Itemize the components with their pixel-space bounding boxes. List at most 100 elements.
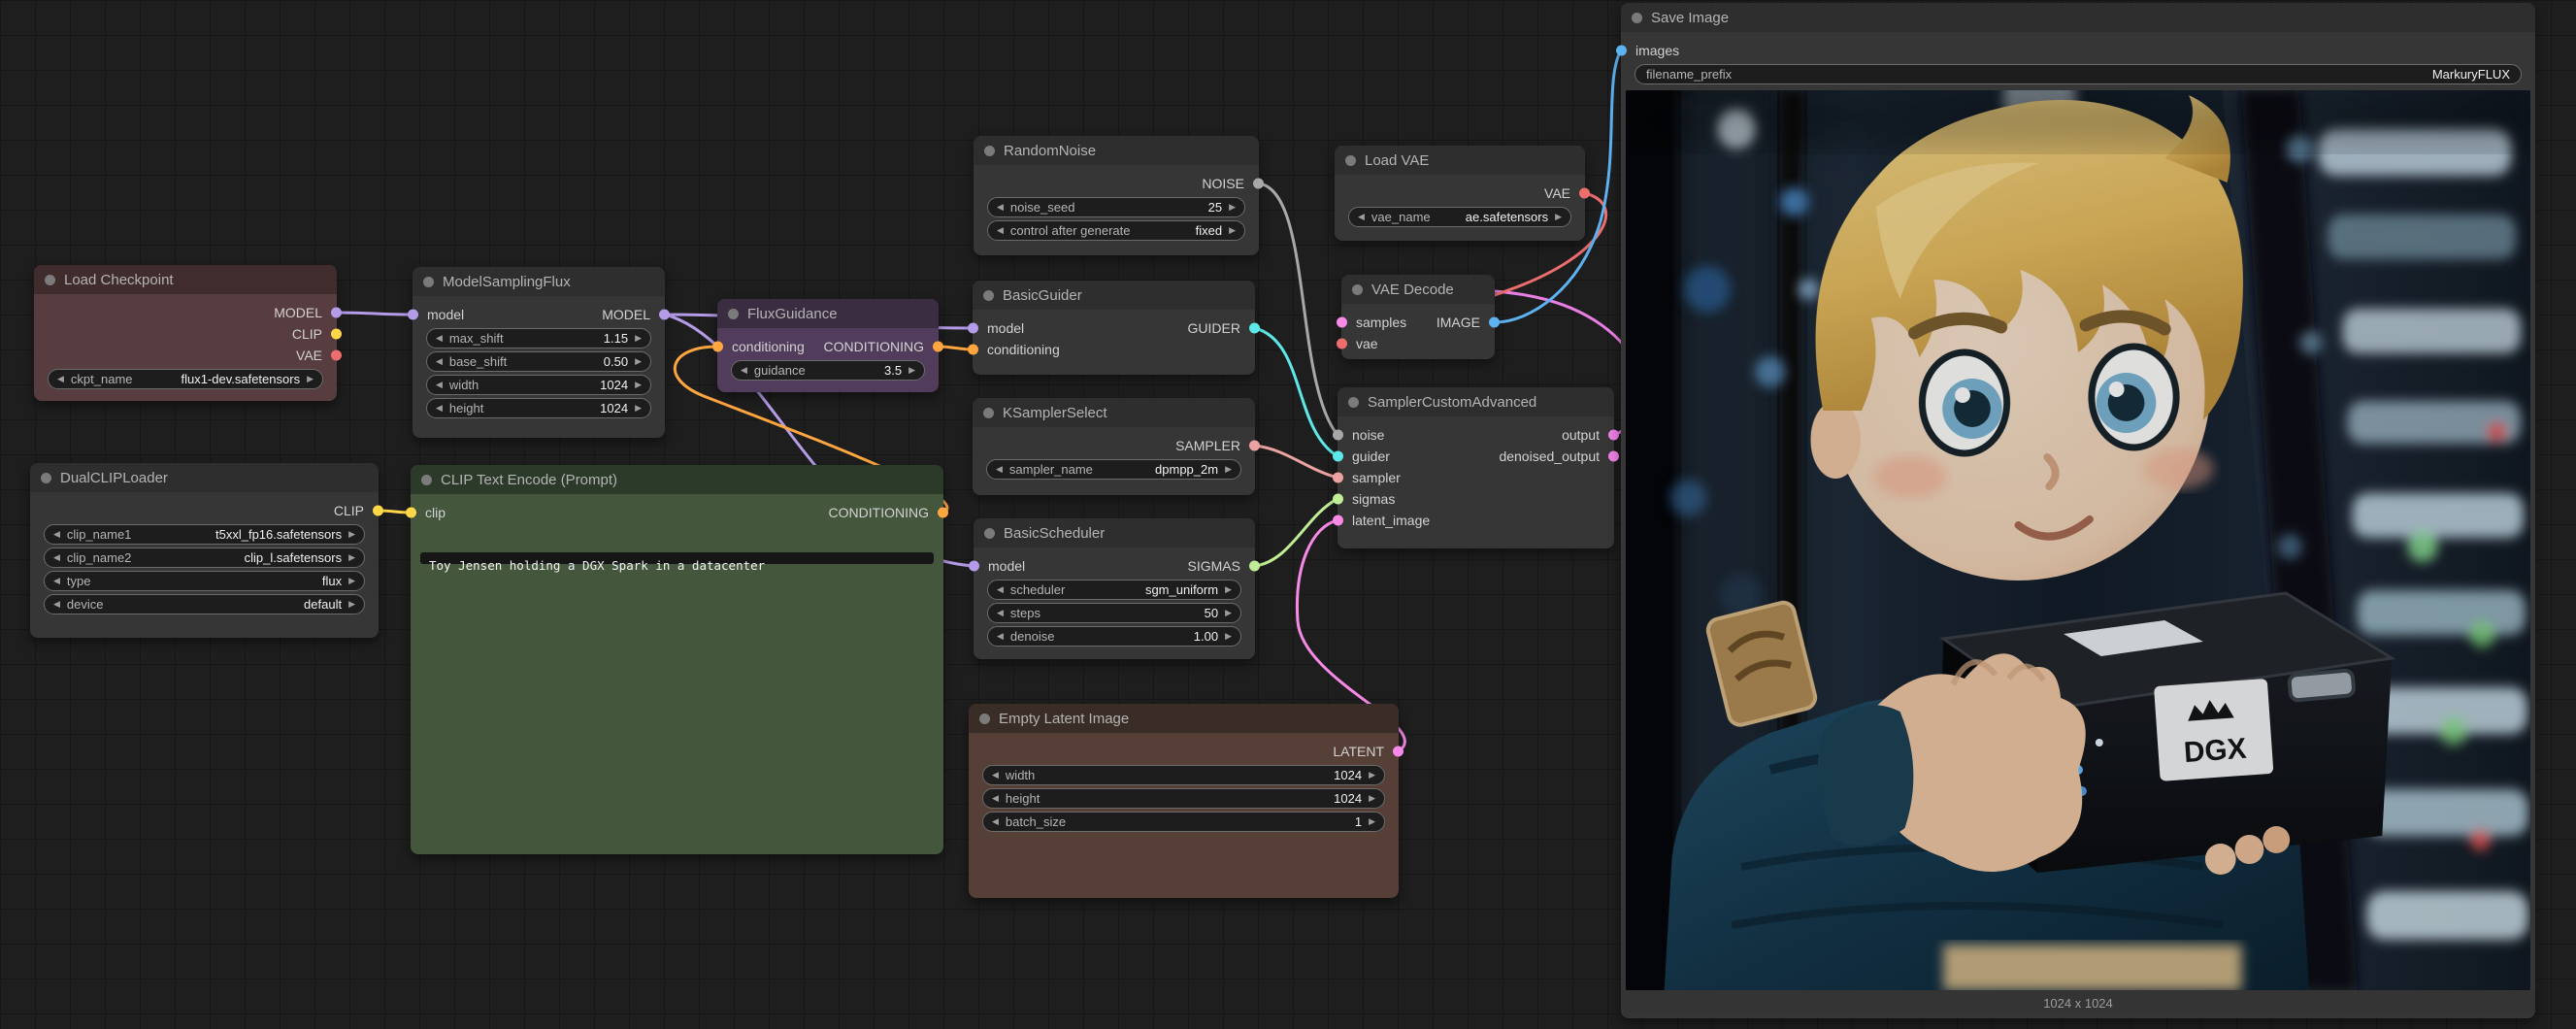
model-input-port[interactable] <box>408 310 418 320</box>
collapse-dot-icon[interactable] <box>983 290 994 301</box>
samples-input-port[interactable] <box>1337 317 1347 328</box>
clip-name2-widget[interactable]: ◀ clip_name2 clip_l.safetensors ▶ <box>44 548 365 568</box>
collapse-dot-icon[interactable] <box>41 473 51 483</box>
stepper-right-icon[interactable]: ▶ <box>307 374 314 384</box>
node-vae-decode[interactable]: VAE Decode samples IMAGE vae <box>1341 275 1495 359</box>
stepper-right-icon[interactable]: ▶ <box>635 356 642 367</box>
latent-output-port[interactable] <box>1393 747 1404 757</box>
guider-output-port[interactable] <box>1249 323 1260 334</box>
node-basic-scheduler[interactable]: BasicScheduler model SIGMAS ◀ scheduler … <box>974 518 1255 659</box>
node-empty-latent-image[interactable]: Empty Latent Image LATENT ◀ width 1024 ▶… <box>969 704 1399 898</box>
stepper-left-icon[interactable]: ◀ <box>53 576 60 586</box>
stepper-right-icon[interactable]: ▶ <box>635 333 642 344</box>
filename-prefix-widget[interactable]: filename_prefix MarkuryFLUX <box>1635 64 2522 84</box>
image-output-port[interactable] <box>1489 317 1500 328</box>
stepper-left-icon[interactable]: ◀ <box>996 464 1003 475</box>
clip-name1-widget[interactable]: ◀ clip_name1 t5xxl_fp16.safetensors ▶ <box>44 524 365 545</box>
node-header[interactable]: SamplerCustomAdvanced <box>1338 387 1614 416</box>
stepper-left-icon[interactable]: ◀ <box>436 403 443 414</box>
node-flux-guidance[interactable]: FluxGuidance conditioning CONDITIONING ◀… <box>717 299 939 392</box>
collapse-dot-icon[interactable] <box>728 309 739 319</box>
denoise-widget[interactable]: ◀ denoise 1.00 ▶ <box>987 626 1241 647</box>
node-header[interactable]: Load VAE <box>1335 146 1585 175</box>
stepper-right-icon[interactable]: ▶ <box>348 552 355 563</box>
node-header[interactable]: DualCLIPLoader <box>30 463 379 492</box>
node-model-sampling-flux[interactable]: ModelSamplingFlux model MODEL ◀ max_shif… <box>413 267 665 438</box>
node-header[interactable]: Load Checkpoint <box>34 265 337 294</box>
stepper-right-icon[interactable]: ▶ <box>1225 464 1232 475</box>
node-clip-text-encode[interactable]: CLIP Text Encode (Prompt) clip CONDITION… <box>411 465 943 854</box>
stepper-right-icon[interactable]: ▶ <box>348 599 355 610</box>
steps-widget[interactable]: ◀ steps 50 ▶ <box>987 603 1241 623</box>
stepper-left-icon[interactable]: ◀ <box>997 202 1004 213</box>
model-input-port[interactable] <box>968 323 978 334</box>
height-widget[interactable]: ◀ height 1024 ▶ <box>982 788 1385 809</box>
stepper-right-icon[interactable]: ▶ <box>635 380 642 390</box>
collapse-dot-icon[interactable] <box>1632 13 1642 23</box>
conditioning-input-port[interactable] <box>968 345 978 355</box>
conditioning-output-port[interactable] <box>938 508 948 518</box>
noise-input-port[interactable] <box>1333 430 1343 441</box>
collapse-dot-icon[interactable] <box>1348 397 1359 408</box>
stepper-left-icon[interactable]: ◀ <box>436 356 443 367</box>
stepper-right-icon[interactable]: ▶ <box>1225 631 1232 642</box>
stepper-left-icon[interactable]: ◀ <box>992 793 999 804</box>
collapse-dot-icon[interactable] <box>1345 155 1356 166</box>
node-header[interactable]: CLIP Text Encode (Prompt) <box>411 465 943 494</box>
latent-image-input-port[interactable] <box>1333 515 1343 526</box>
stepper-left-icon[interactable]: ◀ <box>57 374 64 384</box>
node-load-checkpoint[interactable]: Load Checkpoint MODEL CLIP VAE ◀ ckpt_na… <box>34 265 337 401</box>
sampler-name-widget[interactable]: ◀ sampler_name dpmpp_2m ▶ <box>986 459 1241 480</box>
device-widget[interactable]: ◀ device default ▶ <box>44 594 365 614</box>
stepper-right-icon[interactable]: ▶ <box>1555 212 1562 222</box>
stepper-right-icon[interactable]: ▶ <box>1229 202 1236 213</box>
stepper-left-icon[interactable]: ◀ <box>997 225 1004 236</box>
node-save-image[interactable]: Save Image images filename_prefix Markur… <box>1621 3 2535 1018</box>
node-header[interactable]: Empty Latent Image <box>969 704 1399 733</box>
node-header[interactable]: ModelSamplingFlux <box>413 267 665 296</box>
stepper-left-icon[interactable]: ◀ <box>992 770 999 780</box>
model-output-port[interactable] <box>331 308 342 318</box>
noise-seed-widget[interactable]: ◀ noise_seed 25 ▶ <box>987 197 1245 217</box>
stepper-left-icon[interactable]: ◀ <box>997 608 1004 618</box>
node-graph-canvas[interactable]: Load Checkpoint MODEL CLIP VAE ◀ ckpt_na… <box>0 0 2576 1029</box>
model-output-port[interactable] <box>659 310 670 320</box>
node-header[interactable]: BasicGuider <box>973 281 1255 310</box>
collapse-dot-icon[interactable] <box>423 277 434 287</box>
stepper-right-icon[interactable]: ▶ <box>1369 770 1375 780</box>
stepper-left-icon[interactable]: ◀ <box>741 365 747 376</box>
stepper-right-icon[interactable]: ▶ <box>1225 608 1232 618</box>
images-input-port[interactable] <box>1616 46 1627 56</box>
stepper-left-icon[interactable]: ◀ <box>992 816 999 827</box>
node-sampler-custom-advanced[interactable]: SamplerCustomAdvanced noise output guide… <box>1338 387 1614 548</box>
stepper-right-icon[interactable]: ▶ <box>348 576 355 586</box>
collapse-dot-icon[interactable] <box>984 146 995 156</box>
stepper-left-icon[interactable]: ◀ <box>53 529 60 540</box>
width-widget[interactable]: ◀ width 1024 ▶ <box>426 375 651 395</box>
vae-input-port[interactable] <box>1337 339 1347 349</box>
stepper-left-icon[interactable]: ◀ <box>53 599 60 610</box>
prompt-textarea[interactable]: Toy Jensen holding a DGX Spark in a data… <box>420 552 934 564</box>
collapse-dot-icon[interactable] <box>1352 284 1363 295</box>
guider-input-port[interactable] <box>1333 451 1343 462</box>
node-random-noise[interactable]: RandomNoise NOISE ◀ noise_seed 25 ▶ ◀ co… <box>974 136 1259 255</box>
clip-output-port[interactable] <box>331 329 342 340</box>
stepper-right-icon[interactable]: ▶ <box>1225 584 1232 595</box>
vae-output-port[interactable] <box>331 350 342 361</box>
sampler-input-port[interactable] <box>1333 473 1343 483</box>
stepper-right-icon[interactable]: ▶ <box>348 529 355 540</box>
collapse-dot-icon[interactable] <box>979 714 990 724</box>
node-header[interactable]: FluxGuidance <box>717 299 939 328</box>
node-header[interactable]: Save Image <box>1621 3 2535 32</box>
denoised-output-port[interactable] <box>1608 451 1619 462</box>
node-header[interactable]: RandomNoise <box>974 136 1259 165</box>
vae-name-widget[interactable]: ◀ vae_name ae.safetensors ▶ <box>1348 207 1571 227</box>
base-shift-widget[interactable]: ◀ base_shift 0.50 ▶ <box>426 351 651 372</box>
sampler-output-port[interactable] <box>1249 441 1260 451</box>
type-widget[interactable]: ◀ type flux ▶ <box>44 571 365 591</box>
clip-input-port[interactable] <box>406 508 416 518</box>
output-port[interactable] <box>1608 430 1619 441</box>
stepper-left-icon[interactable]: ◀ <box>436 333 443 344</box>
conditioning-input-port[interactable] <box>712 342 723 352</box>
max-shift-widget[interactable]: ◀ max_shift 1.15 ▶ <box>426 328 651 349</box>
